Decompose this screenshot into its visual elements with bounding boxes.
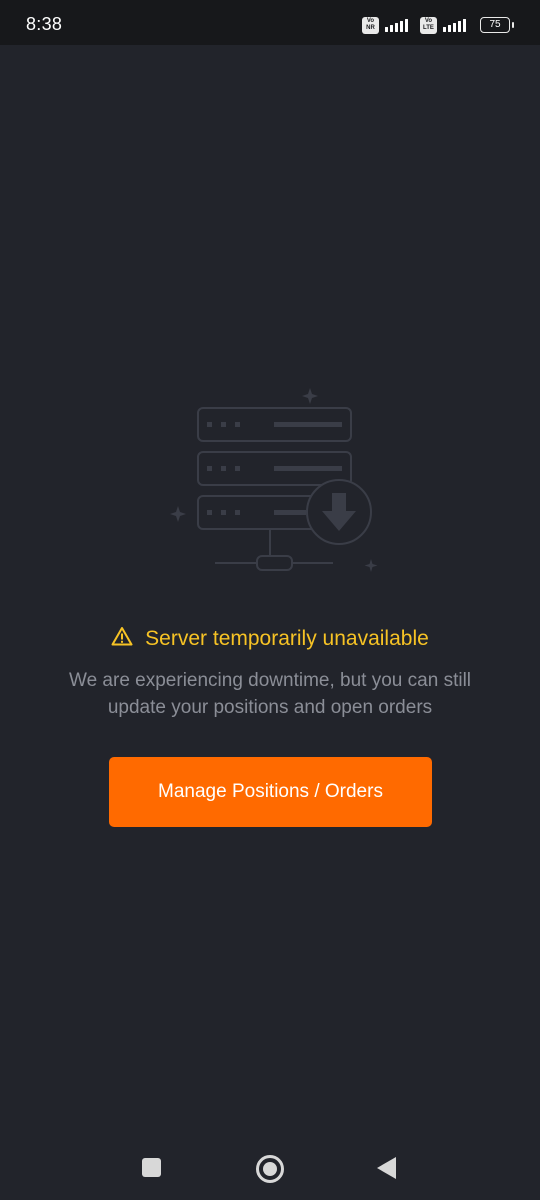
error-message: We are experiencing downtime, but you ca…: [68, 670, 472, 718]
volte-badge-line2: LTE: [423, 25, 434, 31]
status-bar: 8:38 Vo NR Vo LTE 75: [0, 0, 540, 45]
battery-icon: 75: [480, 17, 514, 33]
status-time: 8:38: [26, 14, 63, 34]
error-title-text: Server temporarily unavailable: [145, 627, 429, 650]
error-title: Server temporarily unavailable: [0, 626, 540, 652]
manage-positions-orders-button[interactable]: Manage Positions / Orders: [109, 757, 432, 827]
system-nav-bar: [0, 1135, 540, 1200]
vonr-badge-line1: Vo: [366, 18, 375, 24]
signal-strength-icon-2: [443, 18, 466, 32]
app-screen: 8:38 Vo NR Vo LTE 75 Server temporarily …: [0, 0, 540, 1200]
recents-square-icon[interactable]: [142, 1158, 161, 1177]
signal-strength-icon: [385, 18, 408, 32]
home-circle-icon[interactable]: [256, 1155, 284, 1183]
server-download-icon: [160, 360, 390, 580]
back-triangle-icon[interactable]: [377, 1157, 396, 1179]
status-icons: Vo NR Vo LTE 75: [362, 16, 514, 34]
volte-badge-line1: Vo: [424, 18, 433, 24]
warning-triangle-icon: [111, 626, 133, 652]
vonr-badge-icon: Vo NR: [362, 16, 379, 34]
volte-badge-icon: Vo LTE: [420, 16, 437, 34]
vonr-badge-line2: NR: [366, 25, 375, 31]
